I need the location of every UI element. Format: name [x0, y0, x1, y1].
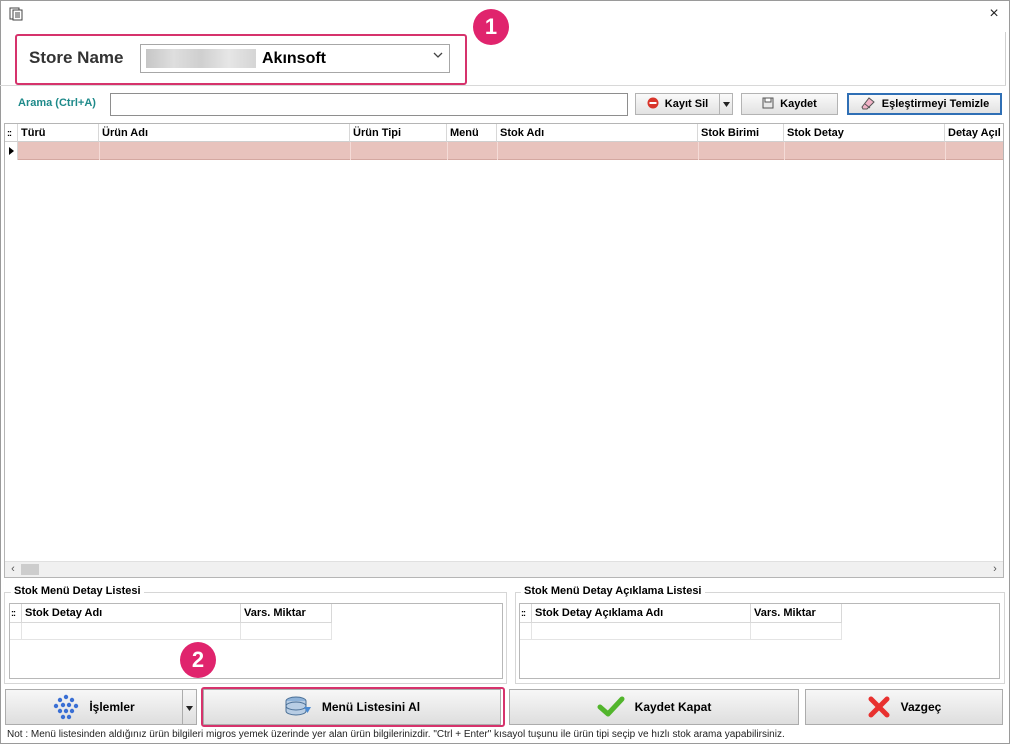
- scroll-right-icon[interactable]: ›: [987, 562, 1003, 577]
- detail-list-grid[interactable]: :: Stok Detay Adı Vars. Miktar: [9, 603, 503, 679]
- dots-grid-icon: [53, 694, 79, 720]
- store-select[interactable]: Akınsoft: [140, 44, 450, 73]
- delete-icon: [647, 97, 659, 112]
- table-row[interactable]: [18, 142, 1003, 160]
- footer-note: Not : Menü listesinden aldığınız ürün bi…: [7, 729, 785, 740]
- grid-header-stok-detay[interactable]: Stok Detay: [784, 124, 945, 142]
- grid-header-turu[interactable]: Türü: [18, 124, 99, 142]
- grid-header-urun-tipi[interactable]: Ürün Tipi: [350, 124, 447, 142]
- dropdown-arrow-icon: [186, 700, 193, 714]
- close-icon: [867, 695, 891, 719]
- redacted-area: [146, 49, 256, 68]
- save-close-button[interactable]: Kaydet Kapat: [509, 689, 799, 725]
- grid-header-selector: ::: [5, 124, 18, 142]
- store-select-value: Akınsoft: [262, 50, 326, 67]
- row-divider: [99, 142, 100, 160]
- row-indicator[interactable]: [5, 142, 18, 160]
- desc-list-header-qty[interactable]: Vars. Miktar: [751, 604, 842, 623]
- clear-matching-button[interactable]: Eşleştirmeyi Temizle: [847, 93, 1002, 115]
- operations-dropdown-button[interactable]: [182, 689, 197, 725]
- grid-header-detay-aciklama[interactable]: Detay Açıl: [945, 124, 1003, 142]
- desc-list-cell[interactable]: [751, 623, 842, 640]
- menu-grid[interactable]: :: Türü Ürün Adı Ürün Tipi Menü Stok Adı…: [4, 123, 1004, 578]
- delete-record-button[interactable]: Kayıt Sil: [635, 93, 720, 115]
- save-button[interactable]: Kaydet: [741, 93, 838, 115]
- desc-list-selector: ::: [520, 604, 532, 623]
- delete-dropdown-button[interactable]: [719, 93, 733, 115]
- row-divider: [350, 142, 351, 160]
- row-divider: [698, 142, 699, 160]
- row-divider: [945, 142, 946, 160]
- scroll-left-icon[interactable]: ‹: [5, 562, 21, 577]
- save-label: Kaydet: [780, 98, 817, 110]
- row-divider: [497, 142, 498, 160]
- detail-list-title: Stok Menü Detay Listesi: [11, 585, 144, 597]
- current-row-arrow-icon: [9, 147, 14, 155]
- grid-header-stok-birimi[interactable]: Stok Birimi: [698, 124, 784, 142]
- menu-list-highlight: [201, 687, 505, 727]
- save-close-label: Kaydet Kapat: [634, 700, 712, 714]
- operations-label: İşlemler: [89, 700, 135, 714]
- search-input[interactable]: [110, 93, 628, 116]
- detail-list-header-name[interactable]: Stok Detay Adı: [22, 604, 241, 623]
- search-label: Arama (Ctrl+A): [18, 97, 96, 109]
- header-divider: [0, 85, 1006, 86]
- eraser-icon: [860, 96, 876, 113]
- clear-matching-label: Eşleştirmeyi Temizle: [881, 98, 990, 110]
- row-divider: [447, 142, 448, 160]
- scroll-thumb[interactable]: [21, 564, 39, 575]
- checkmark-icon: [597, 696, 625, 718]
- chevron-down-icon: [433, 51, 443, 62]
- grid-header-urun-adi[interactable]: Ürün Adı: [99, 124, 350, 142]
- detail-list-cell[interactable]: [241, 623, 332, 640]
- detail-list-cell[interactable]: [22, 623, 241, 640]
- header-divider-vertical: [1005, 32, 1006, 86]
- store-name-label: Store Name: [29, 48, 124, 67]
- grid-header-menu[interactable]: Menü: [447, 124, 497, 142]
- detail-list-header-qty[interactable]: Vars. Miktar: [241, 604, 332, 623]
- desc-list-grid[interactable]: :: Stok Detay Açıklama Adı Vars. Miktar: [519, 603, 1000, 679]
- annotation-badge-2: 2: [180, 642, 216, 678]
- grid-header-stok-adi[interactable]: Stok Adı: [497, 124, 698, 142]
- desc-list-cell[interactable]: [532, 623, 751, 640]
- delete-record-label: Kayıt Sil: [664, 98, 709, 110]
- save-icon: [762, 97, 774, 112]
- detail-list-selector: ::: [10, 604, 22, 623]
- detail-list-cell: [10, 623, 22, 640]
- horizontal-scrollbar[interactable]: ‹ ›: [5, 561, 1003, 577]
- dropdown-arrow-icon: [722, 98, 730, 110]
- desc-list-title: Stok Menü Detay Açıklama Listesi: [521, 585, 705, 597]
- operations-button[interactable]: İşlemler: [5, 689, 183, 725]
- cancel-label: Vazgeç: [900, 700, 942, 714]
- annotation-badge-1: 1: [473, 9, 509, 45]
- app-icon: [9, 7, 23, 21]
- desc-list-header-name[interactable]: Stok Detay Açıklama Adı: [532, 604, 751, 623]
- desc-list-cell: [520, 623, 532, 640]
- close-button[interactable]: ×: [985, 4, 1003, 24]
- row-divider: [784, 142, 785, 160]
- cancel-button[interactable]: Vazgeç: [805, 689, 1003, 725]
